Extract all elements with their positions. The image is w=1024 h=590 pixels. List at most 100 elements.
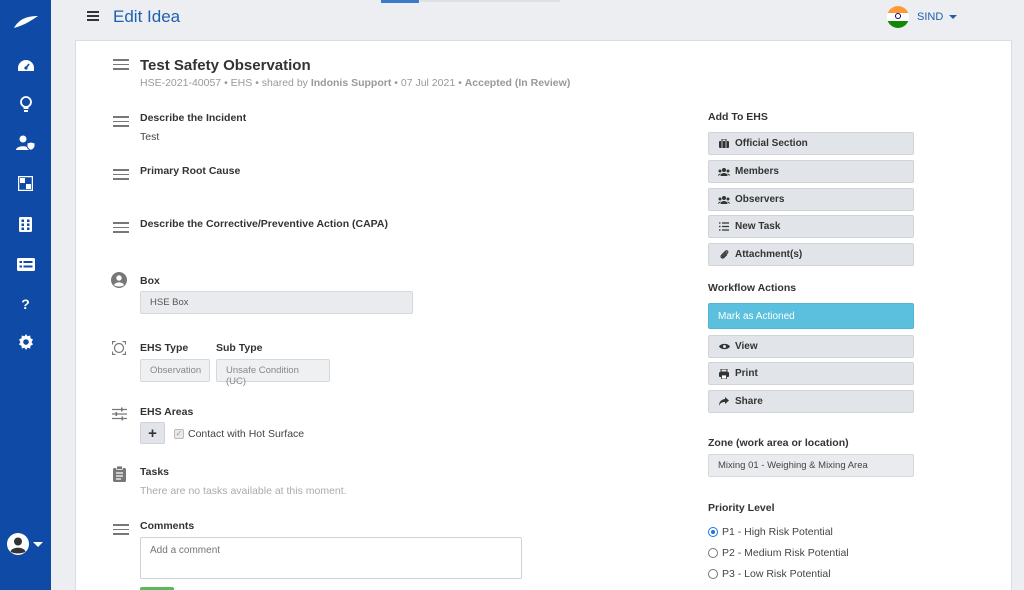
page-title: Edit Idea (113, 7, 181, 26)
user-menu[interactable]: SIND (917, 11, 958, 23)
settings-icon[interactable] (0, 330, 51, 354)
box-select[interactable]: HSE Box (140, 291, 413, 314)
grid-icon[interactable] (0, 171, 51, 195)
radio[interactable] (708, 569, 718, 579)
task-list-icon (718, 222, 730, 231)
printer-icon (718, 368, 730, 379)
priority-option-p1[interactable]: P1 - High Risk Potential (708, 526, 833, 538)
text-lines-icon (113, 222, 129, 238)
meta-separator: • (458, 77, 462, 89)
zone-value: Mixing 01 - Weighing & Mixing Area (718, 460, 868, 471)
calculator-icon[interactable] (0, 212, 51, 236)
shared-by-name: Indonis Support (310, 77, 392, 89)
radio[interactable] (708, 548, 718, 558)
avatar (7, 533, 29, 555)
attachments-label: Attachment(s) (735, 249, 803, 260)
priority-option-label: P1 - High Risk Potential (722, 526, 833, 538)
priority-option-label: P3 - Low Risk Potential (722, 568, 831, 580)
sub-type-label: Sub Type (216, 342, 263, 354)
new-task-label: New Task (735, 221, 781, 232)
observers-button[interactable]: Observers (708, 188, 914, 211)
text-lines-icon (113, 116, 129, 132)
radio-selected[interactable] (708, 527, 718, 537)
idea-status: Accepted (In Review) (464, 77, 571, 89)
list-icon[interactable] (0, 252, 51, 276)
ehs-type-label: EHS Type (140, 342, 189, 354)
add-area-button[interactable]: + (140, 422, 165, 444)
share-button[interactable]: Share (708, 390, 914, 413)
idea-title: Test Safety Observation (140, 57, 311, 74)
comment-input[interactable] (140, 537, 522, 579)
sliders-icon (112, 407, 128, 423)
print-label: Print (735, 368, 758, 379)
plus-icon: + (148, 424, 157, 442)
zone-label: Zone (work area or location) (708, 437, 849, 449)
incident-value[interactable]: Test (140, 131, 159, 143)
user-shield-icon[interactable] (0, 131, 51, 155)
avatar-caret-icon (33, 541, 43, 547)
official-section-button[interactable]: Official Section (708, 132, 914, 155)
shared-by-prefix: shared by (261, 77, 308, 89)
official-section-label: Official Section (735, 138, 808, 149)
capa-label: Describe the Corrective/Preventive Actio… (140, 218, 388, 230)
mark-as-actioned-label: Mark as Actioned (718, 310, 795, 322)
observers-label: Observers (735, 194, 785, 205)
share-label: Share (735, 396, 763, 407)
ehs-type-select[interactable]: Observation (140, 359, 210, 382)
user-circle-icon (111, 272, 127, 288)
incident-label: Describe the Incident (140, 112, 247, 124)
mark-as-actioned-button[interactable]: Mark as Actioned (708, 303, 914, 329)
new-task-button[interactable]: New Task (708, 215, 914, 238)
view-button[interactable]: View (708, 335, 914, 358)
ehs-type-value: Observation (150, 365, 202, 376)
idea-date: 07 Jul 2021 (400, 77, 456, 89)
idea-id: HSE-2021-40057 (140, 77, 222, 89)
idea-module: EHS (230, 77, 253, 89)
priority-option-p2[interactable]: P2 - Medium Risk Potential (708, 547, 849, 559)
area-item-label: Contact with Hot Surface (188, 428, 305, 440)
ehs-areas-label: EHS Areas (140, 406, 194, 418)
text-lines-icon (113, 524, 129, 540)
lightbulb-icon[interactable] (0, 92, 51, 116)
attachments-button[interactable]: Attachment(s) (708, 243, 914, 266)
chevron-down-icon (949, 15, 958, 20)
members-button[interactable]: Members (708, 160, 914, 183)
priority-level-label: Priority Level (708, 502, 775, 514)
box-label: Box (140, 275, 160, 287)
dashboard-icon[interactable] (0, 54, 51, 78)
user-avatar-menu[interactable] (0, 532, 51, 556)
paperclip-icon (718, 249, 730, 260)
sub-type-select[interactable]: Unsafe Condition (UC) (216, 359, 330, 387)
view-label: View (735, 341, 758, 352)
box-value: HSE Box (150, 297, 189, 308)
tasks-empty-message: There are no tasks available at this mom… (140, 485, 347, 497)
india-flag-icon (887, 6, 909, 28)
sidebar: ? (0, 0, 51, 590)
share-arrow-icon (718, 397, 730, 406)
comments-label: Comments (140, 520, 195, 532)
text-lines-icon (113, 59, 129, 75)
expand-frame-icon (111, 340, 128, 357)
idea-meta: HSE-2021-40057 • EHS • shared by Indonis… (140, 77, 570, 89)
priority-option-label: P2 - Medium Risk Potential (722, 547, 849, 559)
hamburger-menu-icon[interactable] (87, 11, 99, 21)
priority-option-p3[interactable]: P3 - Low Risk Potential (708, 568, 831, 580)
zone-select[interactable]: Mixing 01 - Weighing & Mixing Area (708, 454, 914, 477)
clipboard-icon (113, 465, 129, 482)
print-button[interactable]: Print (708, 362, 914, 385)
text-lines-icon (113, 169, 129, 185)
briefcase-icon (718, 139, 730, 148)
meta-separator: • (224, 77, 228, 89)
logo-icon[interactable] (0, 10, 51, 34)
workflow-actions-label: Workflow Actions (708, 282, 797, 294)
help-icon[interactable]: ? (0, 292, 51, 316)
top-bar: Edit Idea (51, 0, 1024, 36)
area-checkbox[interactable]: ✓ (174, 429, 184, 439)
meta-separator: • (255, 77, 259, 89)
add-to-ehs-label: Add To EHS (708, 111, 768, 123)
users-icon (718, 167, 730, 176)
root-cause-label: Primary Root Cause (140, 165, 241, 177)
idea-card: Test Safety Observation HSE-2021-40057 •… (75, 40, 1012, 590)
sub-type-value: Unsafe Condition (UC) (226, 365, 299, 387)
tasks-label: Tasks (140, 466, 169, 478)
